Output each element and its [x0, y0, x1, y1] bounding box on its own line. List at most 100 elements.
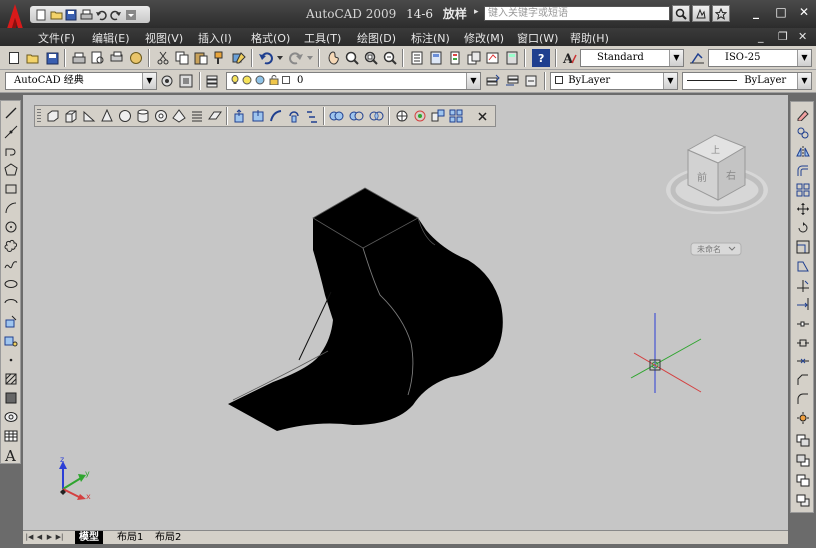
- menu-modify[interactable]: 修改(M): [464, 30, 504, 46]
- doc-minimize-button[interactable]: _: [758, 30, 764, 43]
- close-window-button[interactable]: ✕: [796, 5, 812, 19]
- block-editor-icon[interactable]: [230, 49, 248, 67]
- open-icon[interactable]: [24, 49, 42, 67]
- ellipse-arc-icon[interactable]: [2, 294, 20, 312]
- doc-restore-button[interactable]: ❐: [778, 30, 788, 43]
- redo-icon[interactable]: [287, 49, 305, 67]
- plot-icon[interactable]: [70, 49, 88, 67]
- break-icon[interactable]: [794, 333, 812, 351]
- save-icon[interactable]: [64, 8, 78, 21]
- box-icon[interactable]: [62, 107, 80, 125]
- match-properties-icon[interactable]: [211, 49, 229, 67]
- menu-edit[interactable]: 编辑(E): [92, 30, 130, 46]
- plot-preview-icon[interactable]: [89, 49, 107, 67]
- redo-icon[interactable]: [109, 8, 123, 21]
- paste-icon[interactable]: [192, 49, 210, 67]
- workspace-save-icon[interactable]: [177, 72, 195, 90]
- cut-icon[interactable]: [154, 49, 172, 67]
- revolve-icon[interactable]: [285, 107, 303, 125]
- tab-layout2[interactable]: 布局2: [151, 531, 185, 544]
- copy-icon[interactable]: [173, 49, 191, 67]
- menu-window[interactable]: 窗口(W): [517, 30, 558, 46]
- join-icon[interactable]: [794, 352, 812, 370]
- line-icon[interactable]: [2, 104, 20, 122]
- tab-prev-button[interactable]: ◀: [35, 532, 44, 543]
- undo-icon[interactable]: [94, 8, 108, 21]
- color-control-select[interactable]: ByLayer ▼: [550, 72, 678, 90]
- pyramid-icon[interactable]: [170, 107, 188, 125]
- intersect-icon[interactable]: [368, 107, 386, 125]
- extend-icon[interactable]: [794, 295, 812, 313]
- sphere-icon[interactable]: [116, 107, 134, 125]
- subtract-icon[interactable]: [348, 107, 366, 125]
- help-icon[interactable]: ?: [532, 49, 550, 67]
- point-icon[interactable]: [2, 351, 20, 369]
- gradient-icon[interactable]: [2, 389, 20, 407]
- design-center-icon[interactable]: [427, 49, 445, 67]
- helix-icon[interactable]: [188, 107, 206, 125]
- search-icon[interactable]: [672, 5, 690, 22]
- spline-icon[interactable]: [2, 256, 20, 274]
- trim-icon[interactable]: [794, 276, 812, 294]
- tab-last-button[interactable]: ▶|: [55, 532, 64, 543]
- ellipse-icon[interactable]: [2, 275, 20, 293]
- menu-help[interactable]: 帮助(H): [570, 30, 609, 46]
- mirror-icon[interactable]: [794, 143, 812, 161]
- region-icon[interactable]: [2, 408, 20, 426]
- offset-icon[interactable]: [794, 162, 812, 180]
- menu-file[interactable]: 文件(F): [38, 30, 75, 46]
- undo-icon[interactable]: [257, 49, 275, 67]
- zoom-realtime-icon[interactable]: [343, 49, 361, 67]
- 3d-align-icon[interactable]: [429, 107, 447, 125]
- tab-first-button[interactable]: |◀: [25, 532, 34, 543]
- markup-set-manager-icon[interactable]: [484, 49, 502, 67]
- sweep-icon[interactable]: [267, 107, 285, 125]
- move-icon[interactable]: [794, 200, 812, 218]
- quickcalc-icon[interactable]: [503, 49, 521, 67]
- undo-dropdown-icon[interactable]: [276, 49, 284, 67]
- lofted-solid[interactable]: [228, 187, 503, 431]
- zoom-previous-icon[interactable]: [381, 49, 399, 67]
- menu-insert[interactable]: 插入(I): [198, 30, 232, 46]
- tab-layout1[interactable]: 布局1: [113, 531, 147, 544]
- dimension-style-select[interactable]: ISO-25 ▼: [708, 49, 812, 67]
- union-icon[interactable]: [328, 107, 346, 125]
- qnew-icon[interactable]: [34, 8, 48, 21]
- copy-object-icon[interactable]: [794, 124, 812, 142]
- extrude-icon[interactable]: [231, 107, 249, 125]
- communication-center-icon[interactable]: [692, 5, 710, 22]
- draw-order-back-icon[interactable]: [794, 452, 812, 470]
- zoom-window-icon[interactable]: [362, 49, 380, 67]
- menu-draw[interactable]: 绘图(D): [357, 30, 396, 46]
- polygon-icon[interactable]: [2, 161, 20, 179]
- save-icon[interactable]: [43, 49, 61, 67]
- pan-realtime-icon[interactable]: [324, 49, 342, 67]
- draw-order-front-icon[interactable]: [794, 432, 812, 450]
- hatch-icon[interactable]: [2, 370, 20, 388]
- infocenter-search-input[interactable]: 键入关键字或短语: [484, 6, 670, 21]
- planar-surface-icon[interactable]: [206, 107, 224, 125]
- toolbar-close-icon[interactable]: [473, 107, 491, 125]
- 3d-dwf-icon[interactable]: [127, 49, 145, 67]
- presspull-icon[interactable]: [249, 107, 267, 125]
- polyline-icon[interactable]: [2, 142, 20, 160]
- make-block-icon[interactable]: [2, 332, 20, 350]
- chamfer-icon[interactable]: [794, 371, 812, 389]
- menu-dimension[interactable]: 标注(N): [411, 30, 450, 46]
- torus-icon[interactable]: [152, 107, 170, 125]
- rotate-icon[interactable]: [794, 219, 812, 237]
- wedge-icon[interactable]: [80, 107, 98, 125]
- menu-tools[interactable]: 工具(T): [304, 30, 341, 46]
- draw-order-above-icon[interactable]: [794, 472, 812, 490]
- array-icon[interactable]: [794, 181, 812, 199]
- construction-line-icon[interactable]: [2, 123, 20, 141]
- maximize-window-button[interactable]: □: [773, 5, 789, 19]
- arc-icon[interactable]: [2, 199, 20, 217]
- draw-order-below-icon[interactable]: [794, 492, 812, 510]
- cylinder-icon[interactable]: [134, 107, 152, 125]
- viewcube-face-top[interactable]: 上: [711, 145, 720, 156]
- quick-access-dropdown-icon[interactable]: [124, 8, 138, 21]
- make-object-layer-current-icon[interactable]: [484, 72, 502, 90]
- publish-icon[interactable]: [108, 49, 126, 67]
- cone-icon[interactable]: [98, 107, 116, 125]
